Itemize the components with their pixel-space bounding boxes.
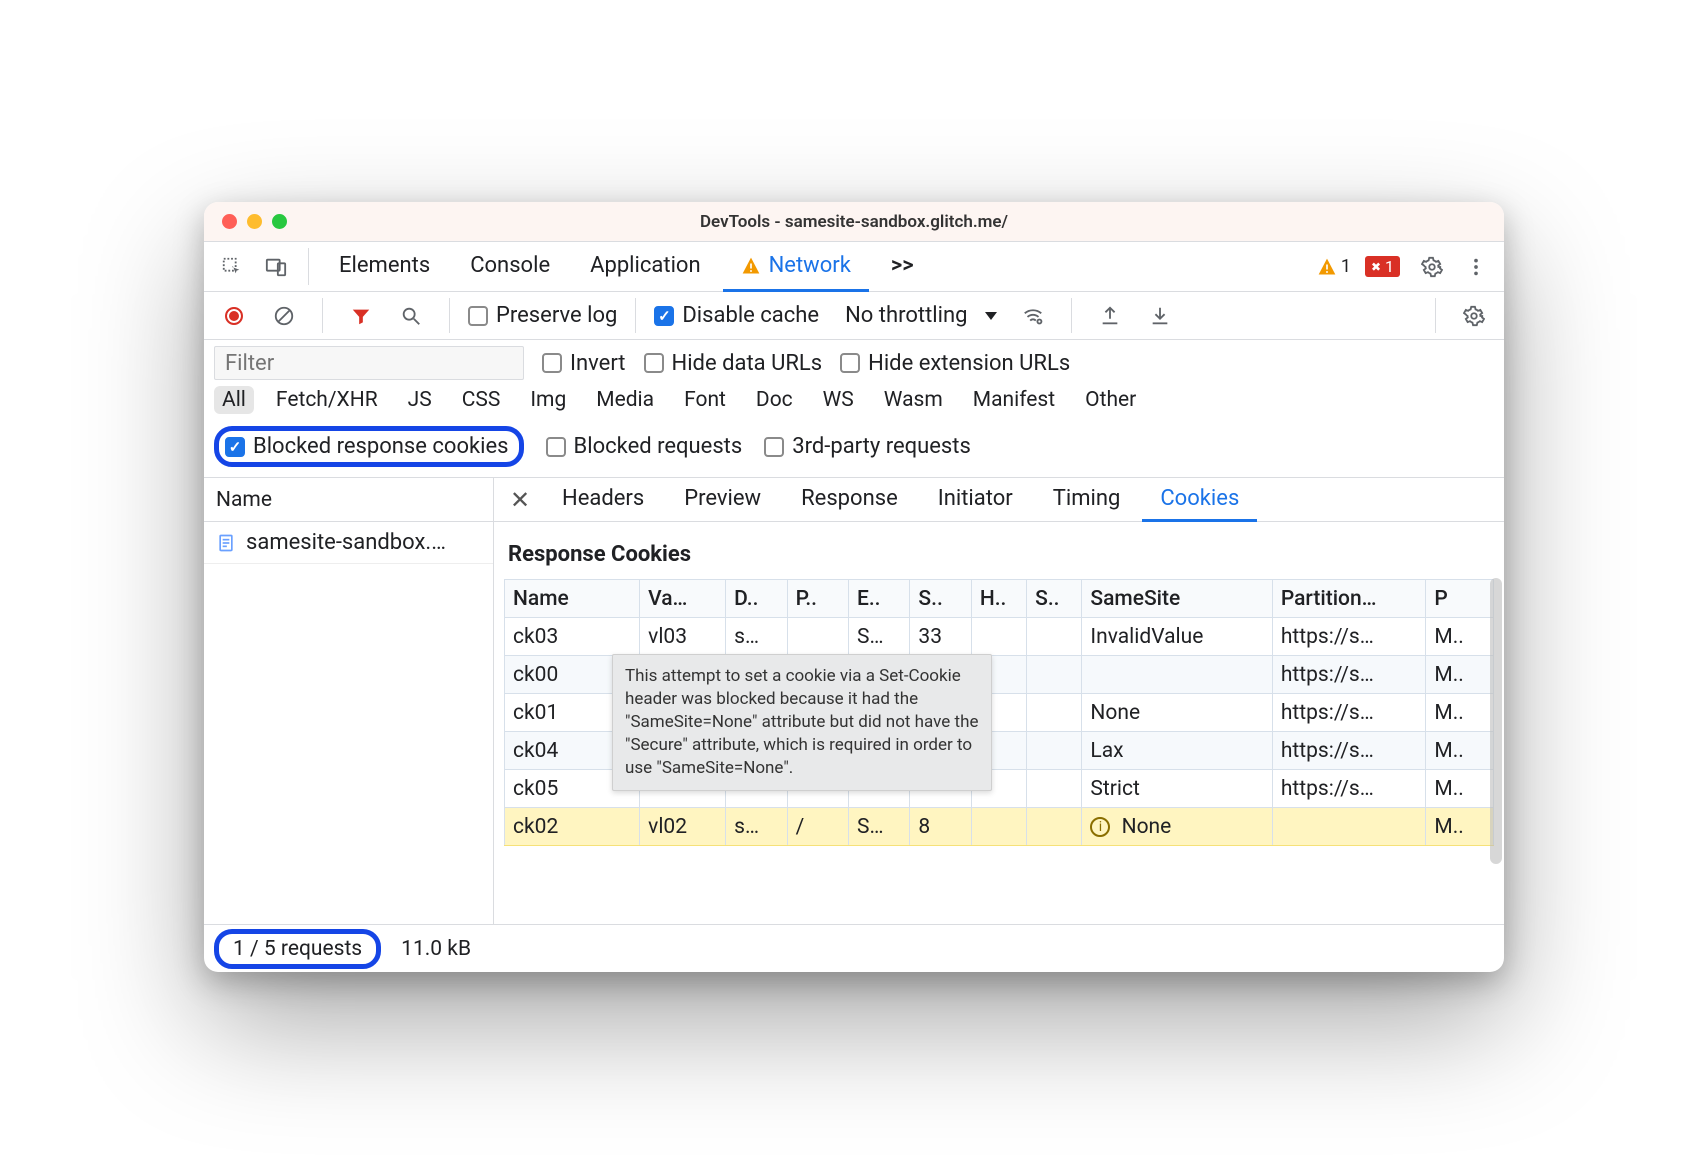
filter-row: Invert Hide data URLs Hide extension URL… <box>204 340 1504 382</box>
blocked-response-cookies-checkbox[interactable]: Blocked response cookies <box>225 434 509 459</box>
devtools-window: DevTools - samesite-sandbox.glitch.me/ E… <box>204 202 1504 972</box>
blocked-requests-checkbox[interactable]: Blocked requests <box>546 434 743 459</box>
network-conditions-icon[interactable] <box>1013 296 1053 336</box>
detail-tab-bar: ✕ Headers Preview Response Initiator Tim… <box>494 478 1504 522</box>
invert-checkbox[interactable]: Invert <box>542 351 626 376</box>
request-list: Name samesite-sandbox.… <box>204 478 494 924</box>
chip-img[interactable]: Img <box>522 386 574 414</box>
record-button[interactable] <box>214 296 254 336</box>
resource-type-chips: All Fetch/XHR JS CSS Img Media Font Doc … <box>204 382 1504 420</box>
chip-css[interactable]: CSS <box>454 386 509 414</box>
transfer-size: 11.0 kB <box>401 937 471 961</box>
kebab-menu-icon[interactable] <box>1456 247 1496 287</box>
request-name: samesite-sandbox.… <box>246 530 446 555</box>
request-count: 1 / 5 requests <box>233 937 362 961</box>
chip-font[interactable]: Font <box>676 386 734 414</box>
chip-manifest[interactable]: Manifest <box>965 386 1063 414</box>
cookie-blocked-tooltip: This attempt to set a cookie via a Set-C… <box>612 654 992 791</box>
warning-icon <box>741 256 761 276</box>
highlight-ring: 1 / 5 requests <box>214 929 381 969</box>
status-bar: 1 / 5 requests 11.0 kB <box>204 924 1504 972</box>
chip-media[interactable]: Media <box>588 386 662 414</box>
detail-tab-cookies[interactable]: Cookies <box>1142 479 1257 522</box>
inspect-icon[interactable] <box>212 247 252 287</box>
detail-tab-timing[interactable]: Timing <box>1035 479 1139 522</box>
issues-warning-count[interactable]: 1 <box>1317 256 1351 277</box>
throttling-select[interactable]: No throttling <box>845 303 997 328</box>
chip-other[interactable]: Other <box>1077 386 1144 414</box>
detail-tab-initiator[interactable]: Initiator <box>920 479 1031 522</box>
export-har-icon[interactable] <box>1090 296 1130 336</box>
hide-data-urls-checkbox[interactable]: Hide data URLs <box>644 351 823 376</box>
warning-icon <box>1317 257 1337 277</box>
filter-icon[interactable] <box>341 296 381 336</box>
detail-tab-headers[interactable]: Headers <box>544 479 662 522</box>
chip-js[interactable]: JS <box>400 386 440 414</box>
detail-pane: ✕ Headers Preview Response Initiator Tim… <box>494 478 1504 924</box>
close-detail-button[interactable]: ✕ <box>500 486 540 514</box>
chevron-down-icon <box>985 312 997 320</box>
third-party-requests-checkbox[interactable]: 3rd-party requests <box>764 434 971 459</box>
device-toggle-icon[interactable] <box>256 247 296 287</box>
info-icon[interactable]: i <box>1090 817 1110 837</box>
import-har-icon[interactable] <box>1140 296 1180 336</box>
table-header-row: Name Va… D.. P.. E.. S.. H.. S.. SameSit… <box>505 580 1494 618</box>
clear-icon[interactable] <box>264 296 304 336</box>
detail-tab-preview[interactable]: Preview <box>666 479 779 522</box>
extra-filters-row: Blocked response cookies Blocked request… <box>204 420 1504 478</box>
chip-ws[interactable]: WS <box>815 386 862 414</box>
main-tab-bar: Elements Console Application Network >> … <box>204 242 1504 292</box>
window-title: DevTools - samesite-sandbox.glitch.me/ <box>204 212 1504 232</box>
tab-network[interactable]: Network <box>723 243 869 292</box>
request-list-header: Name <box>204 478 493 522</box>
settings-icon[interactable] <box>1412 247 1452 287</box>
response-cookies-heading: Response Cookies <box>508 542 1490 567</box>
tab-console[interactable]: Console <box>452 243 568 292</box>
cookies-panel: Response Cookies Name Va… D.. P.. E.. S.… <box>494 522 1504 924</box>
network-toolbar: Preserve log Disable cache No throttling <box>204 292 1504 340</box>
hide-extension-urls-checkbox[interactable]: Hide extension URLs <box>840 351 1070 376</box>
tab-application[interactable]: Application <box>572 243 718 292</box>
chip-wasm[interactable]: Wasm <box>876 386 951 414</box>
chip-doc[interactable]: Doc <box>748 386 801 414</box>
detail-tab-response[interactable]: Response <box>783 479 916 522</box>
disable-cache-checkbox[interactable]: Disable cache <box>654 303 819 328</box>
table-row[interactable]: ck03vl03s…S…33InvalidValuehttps://s…M.. <box>505 618 1494 656</box>
preserve-log-checkbox[interactable]: Preserve log <box>468 303 617 328</box>
chip-fetch-xhr[interactable]: Fetch/XHR <box>268 386 386 414</box>
title-bar: DevTools - samesite-sandbox.glitch.me/ <box>204 202 1504 242</box>
highlight-ring: Blocked response cookies <box>214 426 524 467</box>
search-icon[interactable] <box>391 296 431 336</box>
network-settings-icon[interactable] <box>1454 296 1494 336</box>
filter-input[interactable] <box>214 346 524 380</box>
table-row[interactable]: ck02vl02s…/S…8i NoneM.. <box>505 808 1494 846</box>
request-row[interactable]: samesite-sandbox.… <box>204 522 493 564</box>
tab-overflow-button[interactable]: >> <box>873 243 932 292</box>
chip-all[interactable]: All <box>214 386 254 414</box>
scrollbar[interactable] <box>1490 578 1502 864</box>
tab-elements[interactable]: Elements <box>321 243 448 292</box>
main-split: Name samesite-sandbox.… ✕ Headers Previe… <box>204 478 1504 924</box>
document-icon <box>216 533 236 553</box>
issues-error-count[interactable]: 1 <box>1365 256 1400 277</box>
